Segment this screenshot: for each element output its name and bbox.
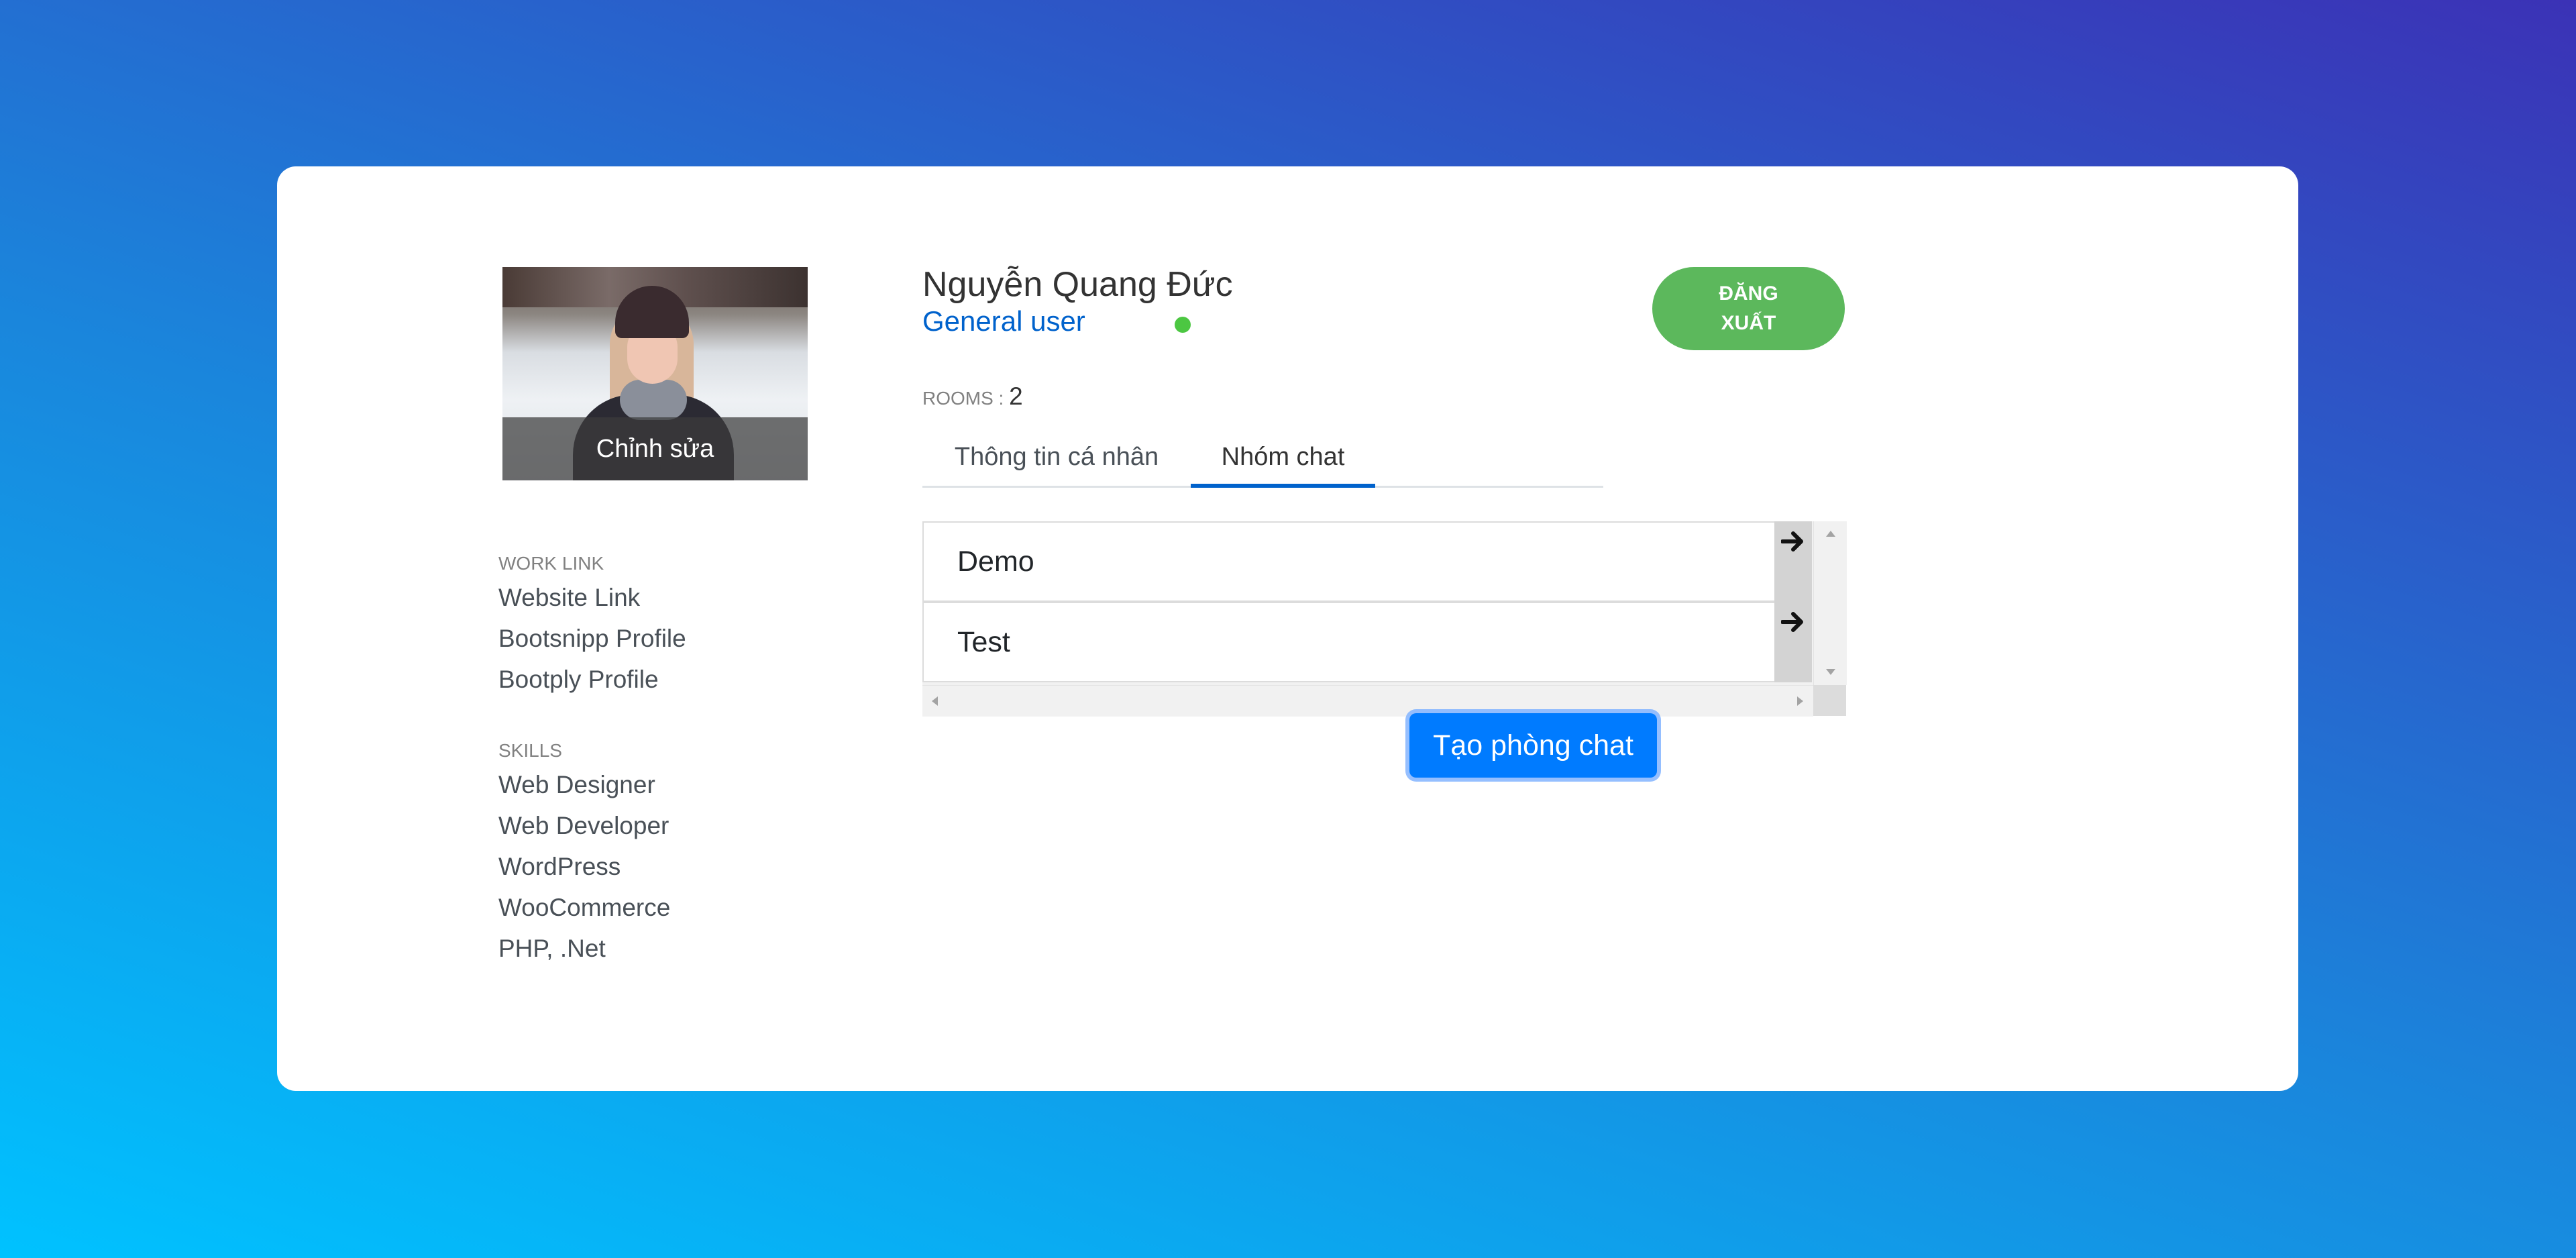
work-link-bootply[interactable]: Bootply Profile [498, 659, 686, 700]
avatar[interactable]: Chỉnh sửa [502, 267, 808, 480]
scroll-right-icon[interactable] [1797, 696, 1803, 706]
tab-personal-info[interactable]: Thông tin cá nhân [922, 428, 1191, 486]
work-link-website[interactable]: Website Link [498, 577, 686, 618]
logout-button[interactable]: ĐĂNG XUẤT [1652, 267, 1845, 350]
scrollbar-corner [1813, 685, 1846, 716]
logout-label-line1: ĐĂNG [1719, 282, 1778, 305]
skill-item[interactable]: WooCommerce [498, 887, 670, 928]
work-link-bootsnipp[interactable]: Bootsnipp Profile [498, 618, 686, 659]
room-name: Demo [957, 545, 1034, 578]
enter-room-button[interactable] [1774, 602, 1812, 682]
scroll-up-icon[interactable] [1826, 531, 1835, 537]
user-name: Nguyễn Quang Đức [922, 265, 1233, 304]
enter-room-button[interactable] [1774, 521, 1812, 602]
list-item[interactable]: Test [922, 602, 1812, 682]
skill-item[interactable]: Web Developer [498, 805, 670, 846]
horizontal-scrollbar[interactable] [922, 685, 1813, 717]
scroll-down-icon[interactable] [1826, 669, 1835, 675]
list-item[interactable]: Demo [922, 521, 1812, 602]
scroll-left-icon[interactable] [932, 696, 938, 706]
rooms-count: ROOMS : 2 [922, 382, 1023, 411]
work-link-title: WORK LINK [498, 553, 604, 574]
skill-item[interactable]: PHP, .Net [498, 928, 670, 969]
tab-chat-groups[interactable]: Nhóm chat [1191, 428, 1375, 486]
arrow-right-icon [1781, 531, 1803, 552]
active-tab-indicator [1191, 484, 1375, 488]
profile-card: Chỉnh sửa WORK LINK Website Link Bootsni… [277, 166, 2298, 1091]
online-status-icon [1175, 317, 1191, 333]
create-chat-room-button[interactable]: Tạo phòng chat [1409, 713, 1657, 778]
user-role: General user [922, 305, 1085, 337]
arrow-right-icon [1781, 612, 1803, 632]
vertical-scrollbar[interactable] [1813, 521, 1847, 685]
skill-item[interactable]: Web Designer [498, 764, 670, 805]
room-list[interactable]: Demo Test [922, 521, 1847, 717]
avatar-scarf [620, 380, 687, 420]
skills-list: Web Designer Web Developer WordPress Woo… [498, 764, 670, 969]
logout-label-line2: XUẤT [1721, 312, 1776, 334]
edit-avatar-button[interactable]: Chỉnh sửa [502, 417, 808, 480]
work-link-list: Website Link Bootsnipp Profile Bootply P… [498, 577, 686, 700]
rooms-label: ROOMS : [922, 388, 1010, 409]
skills-title: SKILLS [498, 740, 562, 761]
skill-item[interactable]: WordPress [498, 846, 670, 887]
rooms-count-value: 2 [1009, 382, 1023, 410]
room-name: Test [957, 625, 1010, 658]
